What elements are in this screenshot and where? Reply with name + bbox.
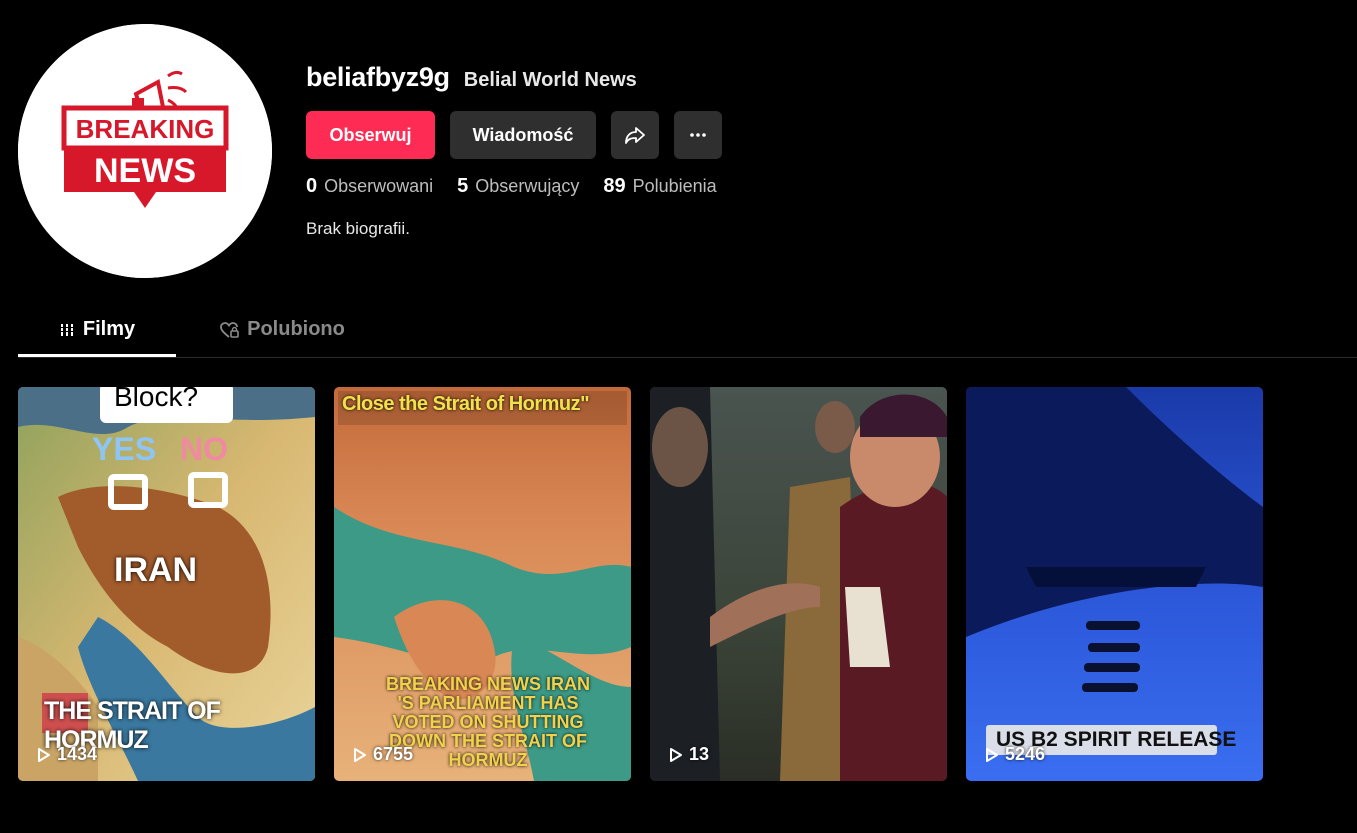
avatar[interactable]: BREAKING NEWS xyxy=(18,24,272,278)
video-grid: Block? YES NO IRAN THE STRAIT OF HORMUZ … xyxy=(18,387,1263,781)
overlay-top-text: Block? xyxy=(114,387,199,412)
overlay-bottom-line: BREAKING NEWS IRAN xyxy=(385,674,590,694)
overlay-top-text: Close the Strait of Hormuz" xyxy=(342,393,590,415)
breaking-news-logo: BREAKING NEWS xyxy=(18,24,272,278)
likes-stat: 89 Polubienia xyxy=(603,175,716,198)
message-button[interactable]: Wiadomość xyxy=(450,111,596,159)
bio: Brak biografii. xyxy=(306,219,410,238)
video-card[interactable]: 13 xyxy=(650,387,947,781)
followers-stat[interactable]: 5 Obserwujący xyxy=(457,175,579,198)
view-count: 6755 xyxy=(353,744,413,765)
view-count-value: 5246 xyxy=(1005,744,1046,764)
tab-liked[interactable]: Polubiono xyxy=(203,303,361,356)
overlay-no-text: NO xyxy=(180,431,228,467)
svg-text:NEWS: NEWS xyxy=(94,152,196,190)
follow-button[interactable]: Obserwuj xyxy=(306,111,435,159)
overlay-bottom-line: VOTED ON SHUTTING xyxy=(392,712,584,732)
following-stat[interactable]: 0 Obserwowani xyxy=(306,175,433,198)
grid-lines-icon xyxy=(59,323,74,336)
svg-text:BREAKING: BREAKING xyxy=(76,114,215,144)
profile-actions: Obserwuj Wiadomość xyxy=(306,111,722,159)
username: beliafbyz9g xyxy=(306,62,450,92)
heart-lock-icon xyxy=(220,321,239,338)
share-icon xyxy=(625,127,645,144)
view-count-value: 13 xyxy=(689,744,710,764)
play-icon xyxy=(670,747,682,762)
overlay-center-text: IRAN xyxy=(114,551,198,589)
video-card[interactable]: US B2 SPIRIT RELEASE 5246 xyxy=(966,387,1263,781)
view-count: 13 xyxy=(669,744,709,765)
view-count: 1434 xyxy=(37,744,97,765)
tab-videos-label: Filmy xyxy=(82,318,136,340)
following-count: 0 xyxy=(306,175,318,197)
tab-liked-label: Polubiono xyxy=(247,318,345,340)
play-icon xyxy=(986,747,998,762)
following-label: Obserwowani xyxy=(324,176,434,196)
video-thumbnail xyxy=(966,387,1263,781)
more-icon xyxy=(690,133,706,137)
followers-count: 5 xyxy=(457,175,469,197)
video-card[interactable]: Block? YES NO IRAN THE STRAIT OF HORMUZ … xyxy=(18,387,315,781)
likes-count: 89 xyxy=(603,175,626,197)
video-thumbnail xyxy=(650,387,947,781)
tab-videos[interactable]: Filmy xyxy=(18,303,176,356)
more-button[interactable] xyxy=(674,111,722,159)
overlay-bottom-line: 'S PARLIAMENT HAS xyxy=(397,693,579,713)
overlay-yes-text: YES xyxy=(92,431,157,467)
profile-stats: 0 Obserwowani 5 Obserwujący 89 Polubieni… xyxy=(306,175,717,198)
video-card[interactable]: Close the Strait of Hormuz" BREAKING NEW… xyxy=(334,387,631,781)
likes-label: Polubienia xyxy=(632,176,717,196)
active-tab-indicator xyxy=(18,354,176,357)
play-icon xyxy=(38,747,50,762)
profile-info: beliafbyz9g Belial World News xyxy=(306,62,637,96)
nickname: Belial World News xyxy=(463,69,637,91)
play-icon xyxy=(354,747,366,762)
profile-page: BREAKING NEWS beliafbyz9g Belial World N… xyxy=(0,0,1357,833)
view-count: 5246 xyxy=(985,744,1045,765)
share-button[interactable] xyxy=(611,111,659,159)
view-count-value: 6755 xyxy=(373,744,414,764)
followers-label: Obserwujący xyxy=(475,176,580,196)
profile-tabs: Filmy Polubiono xyxy=(18,303,1357,358)
view-count-value: 1434 xyxy=(57,744,98,764)
